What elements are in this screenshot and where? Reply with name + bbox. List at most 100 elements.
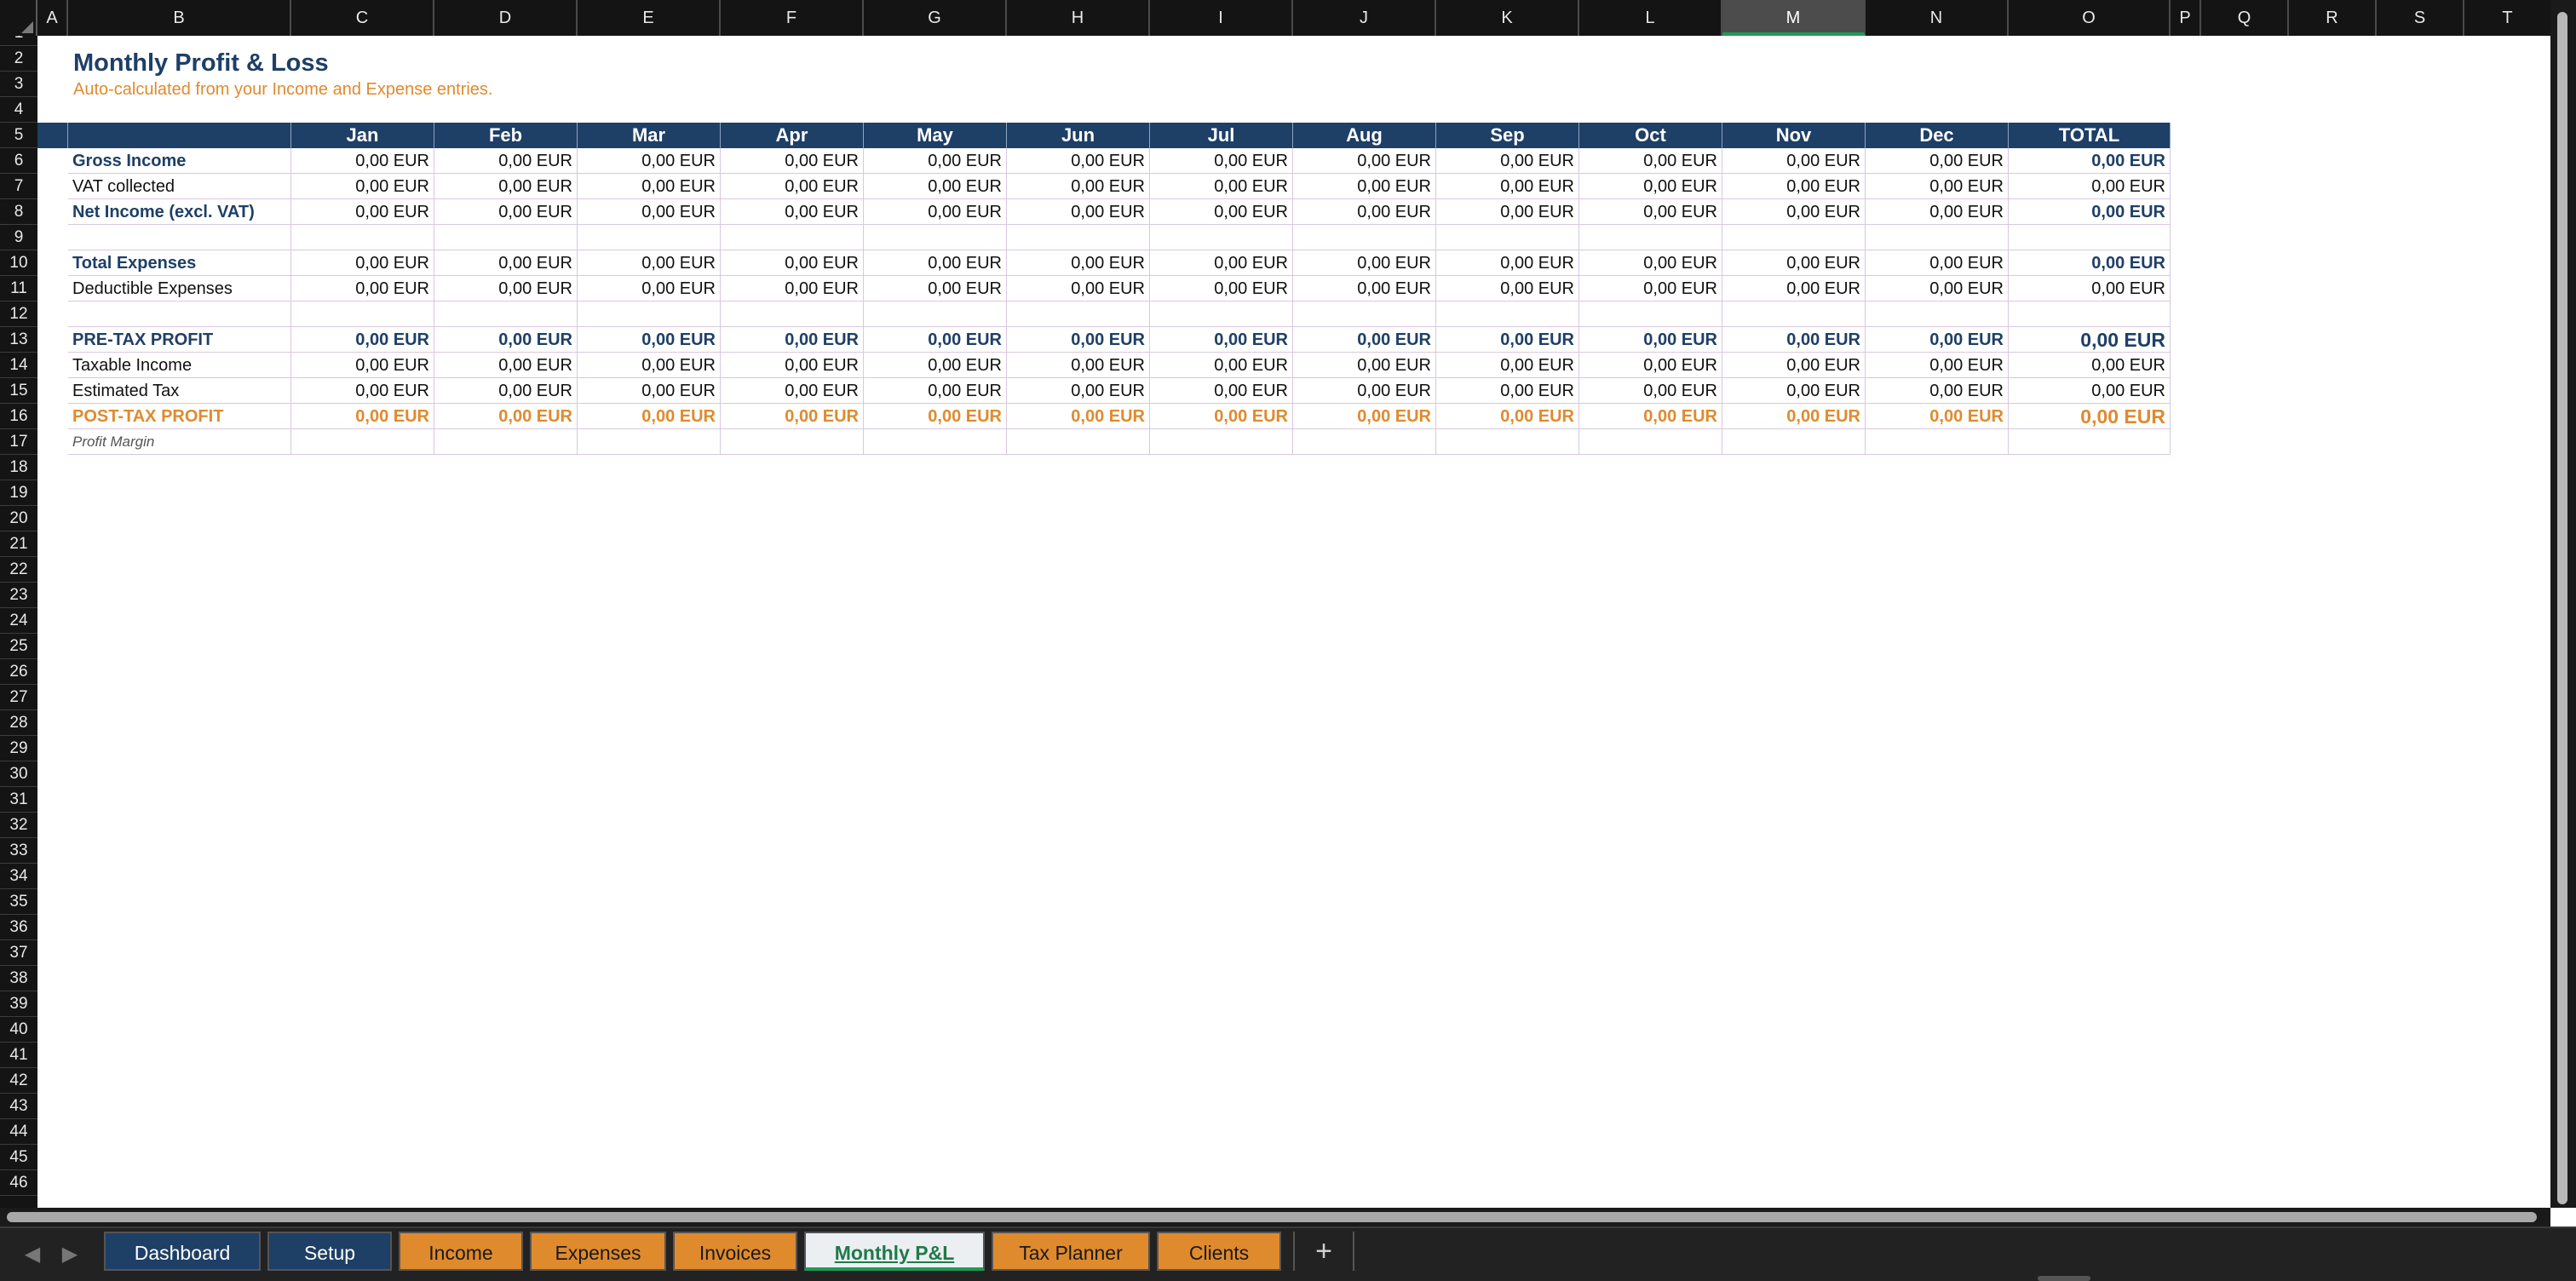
value-cell[interactable]: 0,00 EUR	[1579, 378, 1722, 404]
value-cell[interactable]	[578, 429, 721, 455]
row-header-17[interactable]: 17	[0, 429, 37, 455]
column-header-t[interactable]: T	[2464, 0, 2552, 36]
value-cell[interactable]	[434, 302, 578, 327]
month-header-oct[interactable]: Oct	[1579, 123, 1722, 148]
column-header-j[interactable]: J	[1293, 0, 1436, 36]
row-label-taxable-income[interactable]: Taxable Income	[68, 353, 291, 378]
value-cell[interactable]: 0,00 EUR	[1007, 148, 1150, 174]
row-header-2[interactable]: 2	[0, 46, 37, 72]
row-header-8[interactable]: 8	[0, 199, 37, 225]
value-cell[interactable]: 0,00 EUR	[1007, 353, 1150, 378]
row-header-34[interactable]: 34	[0, 864, 37, 889]
row-header-5[interactable]: 5	[0, 123, 37, 148]
month-header-may[interactable]: May	[864, 123, 1007, 148]
month-header-dec[interactable]: Dec	[1866, 123, 2009, 148]
column-header-h[interactable]: H	[1007, 0, 1150, 36]
value-cell[interactable]	[1579, 225, 1722, 250]
value-cell[interactable]: 0,00 EUR	[1293, 378, 1436, 404]
value-cell[interactable]	[1150, 429, 1293, 455]
value-cell[interactable]: 0,00 EUR	[1579, 276, 1722, 302]
column-header-e[interactable]: E	[578, 0, 721, 36]
sheet-tab-tax-planner[interactable]: Tax Planner	[992, 1232, 1150, 1271]
value-cell[interactable]	[434, 225, 578, 250]
row-label-blank[interactable]	[68, 225, 291, 250]
value-cell[interactable]: 0,00 EUR	[434, 353, 578, 378]
value-cell[interactable]	[1150, 225, 1293, 250]
value-cell[interactable]: 0,00 EUR	[1436, 148, 1579, 174]
value-cell[interactable]: 0,00 EUR	[1866, 404, 2009, 429]
value-cell[interactable]	[1150, 302, 1293, 327]
value-cell[interactable]: 0,00 EUR	[1150, 174, 1293, 199]
value-cell[interactable]: 0,00 EUR	[1007, 174, 1150, 199]
value-cell[interactable]	[1436, 429, 1579, 455]
value-cell[interactable]: 0,00 EUR	[434, 174, 578, 199]
total-cell[interactable]: 0,00 EUR	[2009, 199, 2171, 225]
month-header-apr[interactable]: Apr	[721, 123, 864, 148]
value-cell[interactable]: 0,00 EUR	[1866, 148, 2009, 174]
value-cell[interactable]	[1007, 225, 1150, 250]
column-header-b[interactable]: B	[68, 0, 291, 36]
value-cell[interactable]: 0,00 EUR	[1866, 353, 2009, 378]
column-header-l[interactable]: L	[1579, 0, 1722, 36]
sheet-tab-clients[interactable]: Clients	[1157, 1232, 1281, 1271]
vertical-scroll-thumb[interactable]	[2557, 12, 2567, 1204]
value-cell[interactable]	[1293, 302, 1436, 327]
row-header-31[interactable]: 31	[0, 787, 37, 813]
row-label-post-tax-profit[interactable]: POST-TAX PROFIT	[68, 404, 291, 429]
row-header-7[interactable]: 7	[0, 174, 37, 199]
row-header-18[interactable]: 18	[0, 455, 37, 480]
prev-sheet-arrow-icon[interactable]: ◀	[15, 1228, 49, 1281]
value-cell[interactable]: 0,00 EUR	[721, 327, 864, 353]
value-cell[interactable]: 0,00 EUR	[1150, 327, 1293, 353]
value-cell[interactable]: 0,00 EUR	[578, 250, 721, 276]
row-label-total-expenses[interactable]: Total Expenses	[68, 250, 291, 276]
total-cell[interactable]: 0,00 EUR	[2009, 378, 2171, 404]
value-cell[interactable]: 0,00 EUR	[1579, 250, 1722, 276]
total-cell[interactable]: 0,00 EUR	[2009, 174, 2171, 199]
month-header-nov[interactable]: Nov	[1722, 123, 1866, 148]
value-cell[interactable]: 0,00 EUR	[1293, 148, 1436, 174]
column-header-c[interactable]: C	[291, 0, 434, 36]
row-header-11[interactable]: 11	[0, 276, 37, 302]
row-header-39[interactable]: 39	[0, 991, 37, 1017]
value-cell[interactable]	[1293, 225, 1436, 250]
value-cell[interactable]: 0,00 EUR	[578, 327, 721, 353]
value-cell[interactable]: 0,00 EUR	[578, 404, 721, 429]
row-header-27[interactable]: 27	[0, 685, 37, 710]
value-cell[interactable]: 0,00 EUR	[864, 148, 1007, 174]
value-cell[interactable]: 0,00 EUR	[434, 148, 578, 174]
horizontal-scroll-thumb[interactable]	[7, 1212, 2537, 1222]
value-cell[interactable]: 0,00 EUR	[1007, 250, 1150, 276]
sheet-tab-income[interactable]: Income	[399, 1232, 523, 1271]
month-header-jan[interactable]: Jan	[291, 123, 434, 148]
total-cell[interactable]	[2009, 225, 2171, 250]
row-header-37[interactable]: 37	[0, 940, 37, 966]
value-cell[interactable]: 0,00 EUR	[434, 199, 578, 225]
value-cell[interactable]	[578, 225, 721, 250]
column-header-o[interactable]: O	[2009, 0, 2171, 36]
value-cell[interactable]: 0,00 EUR	[1436, 276, 1579, 302]
value-cell[interactable]: 0,00 EUR	[1293, 404, 1436, 429]
row-header-33[interactable]: 33	[0, 838, 37, 864]
value-cell[interactable]: 0,00 EUR	[1866, 378, 2009, 404]
value-cell[interactable]	[291, 429, 434, 455]
value-cell[interactable]	[721, 429, 864, 455]
month-header-jun[interactable]: Jun	[1007, 123, 1150, 148]
value-cell[interactable]	[1722, 302, 1866, 327]
page-title[interactable]: Monthly Profit & Loss	[73, 49, 329, 78]
value-cell[interactable]: 0,00 EUR	[1150, 250, 1293, 276]
value-cell[interactable]: 0,00 EUR	[578, 353, 721, 378]
row-header-28[interactable]: 28	[0, 710, 37, 736]
value-cell[interactable]: 0,00 EUR	[1866, 327, 2009, 353]
row-header-36[interactable]: 36	[0, 915, 37, 940]
row-header-41[interactable]: 41	[0, 1043, 37, 1068]
value-cell[interactable]	[864, 302, 1007, 327]
column-header-n[interactable]: N	[1866, 0, 2009, 36]
value-cell[interactable]: 0,00 EUR	[1150, 353, 1293, 378]
row-header-20[interactable]: 20	[0, 506, 37, 531]
row-header-26[interactable]: 26	[0, 659, 37, 685]
value-cell[interactable]: 0,00 EUR	[1436, 199, 1579, 225]
value-cell[interactable]: 0,00 EUR	[1293, 276, 1436, 302]
row-header-23[interactable]: 23	[0, 583, 37, 608]
column-header-k[interactable]: K	[1436, 0, 1579, 36]
